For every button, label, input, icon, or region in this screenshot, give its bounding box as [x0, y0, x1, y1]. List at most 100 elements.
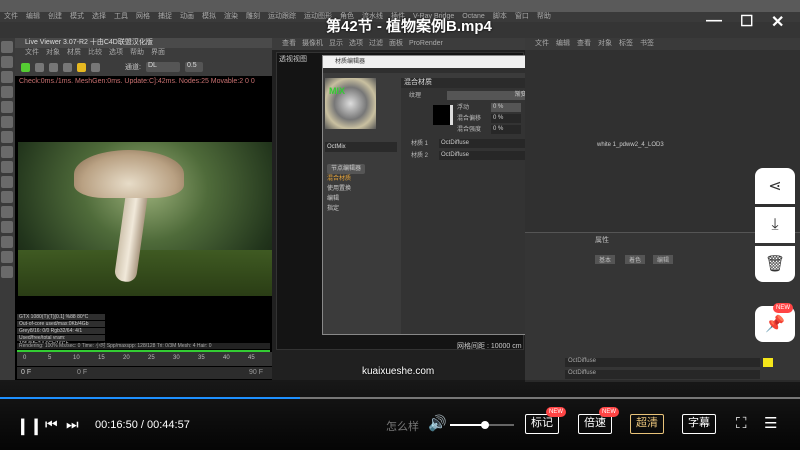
- left-toolbar: [0, 38, 15, 380]
- menu-item[interactable]: 渲染: [224, 12, 238, 22]
- stat: Grey8/16: 0/0 Rgb32/64: 4/1: [17, 328, 105, 334]
- material2-label: 材质 2: [411, 153, 429, 159]
- pause-icon[interactable]: [49, 62, 58, 72]
- channel-mix[interactable]: 混合材质: [327, 174, 365, 184]
- refresh-icon[interactable]: [35, 62, 44, 72]
- minimize-window-icon[interactable]: —: [706, 12, 722, 30]
- sphere-icon[interactable]: [91, 62, 100, 72]
- menu-item[interactable]: 查看: [282, 38, 296, 50]
- menu-item[interactable]: 比较: [88, 48, 102, 58]
- menu-item[interactable]: 显示: [329, 38, 343, 50]
- texture-label: 纹理: [409, 93, 422, 99]
- menu-item[interactable]: 网格: [136, 12, 150, 22]
- attr-mat1[interactable]: OctDiffuse: [565, 358, 760, 367]
- menu-item[interactable]: 编辑: [26, 12, 40, 22]
- menu-item[interactable]: 模拟: [202, 12, 216, 22]
- total-time: 00:44:57: [147, 419, 190, 431]
- watermark: kuaixueshe.com: [362, 366, 435, 377]
- menu-item[interactable]: 文件: [4, 12, 18, 22]
- speed-button[interactable]: 倍速 NEW: [578, 407, 619, 434]
- fade-field[interactable]: 0 %: [491, 125, 521, 134]
- next-button[interactable]: ⏭: [66, 416, 79, 433]
- value-field[interactable]: 0.5: [184, 62, 203, 72]
- close-window-icon[interactable]: ✕: [771, 12, 784, 32]
- menu-item[interactable]: 摄像机: [302, 38, 323, 50]
- timeline-tick: 35: [198, 355, 205, 361]
- render-status: Check:0ms./1ms. MeshGen:0ms. Update:C]:4…: [19, 78, 255, 85]
- menu-item[interactable]: 选项: [109, 48, 123, 58]
- c4d-titlebar: [0, 0, 800, 12]
- menu-item[interactable]: 选项: [349, 38, 363, 50]
- channel-displacement[interactable]: 使用置换: [327, 184, 365, 194]
- menu-item[interactable]: 脚本: [493, 12, 507, 22]
- menu-item[interactable]: 文件: [535, 38, 549, 50]
- menu-item[interactable]: 对象: [46, 48, 60, 58]
- mark-button[interactable]: 标记 NEW: [525, 407, 566, 434]
- channel-select[interactable]: DL: [145, 62, 180, 72]
- menu-item[interactable]: 帮助: [130, 48, 144, 58]
- quality-button[interactable]: 超清: [630, 414, 664, 434]
- menu-item[interactable]: 创建: [48, 12, 62, 22]
- menu-item[interactable]: 标签: [619, 38, 633, 50]
- channel-assign[interactable]: 指定: [327, 204, 365, 214]
- maximize-window-icon[interactable]: ☐: [740, 12, 753, 30]
- end-frame[interactable]: 90 F: [249, 369, 263, 376]
- progress-fill: [0, 397, 300, 399]
- menu-item[interactable]: 选择: [92, 12, 106, 22]
- render-icon[interactable]: [21, 62, 30, 72]
- menu-item[interactable]: 窗口: [515, 12, 529, 22]
- menu-item[interactable]: 捕捉: [158, 12, 172, 22]
- share-icon: ⋖: [768, 178, 782, 195]
- download-button[interactable]: ⤓: [755, 207, 795, 243]
- subtitle-button[interactable]: 字幕: [682, 414, 716, 434]
- menu-item[interactable]: 材质: [67, 48, 81, 58]
- volume-fill: [450, 424, 486, 426]
- menu-item[interactable]: 动画: [180, 12, 194, 22]
- pause-button[interactable]: ❙❙: [16, 416, 43, 436]
- menu-item[interactable]: 界面: [151, 48, 165, 58]
- material-name-field[interactable]: OctMix: [325, 142, 397, 152]
- attr-tab[interactable]: 编辑: [653, 255, 674, 264]
- frame-range[interactable]: 0 F 0 F 90 F: [17, 367, 272, 379]
- node-editor-button[interactable]: 节点编辑器: [327, 164, 366, 174]
- volume-slider[interactable]: [450, 421, 514, 429]
- menu-item[interactable]: 模式: [70, 12, 84, 22]
- subtitle-label: 字幕: [688, 417, 710, 429]
- fullscreen-icon[interactable]: ⛶: [736, 415, 747, 432]
- stat: Out-of-core used/max:0Kb/4Gb: [17, 321, 105, 327]
- previous-button[interactable]: ⏮: [45, 416, 58, 433]
- menu-item[interactable]: 帮助: [537, 12, 551, 22]
- speed-label: 倍速: [584, 417, 606, 429]
- menu-item[interactable]: 书签: [640, 38, 654, 50]
- share-button[interactable]: ⋖: [755, 168, 795, 204]
- menu-item[interactable]: ProRender: [409, 38, 443, 50]
- menu-item[interactable]: 运动跟踪: [268, 12, 296, 22]
- float-field[interactable]: 0 %: [491, 103, 521, 112]
- menu-item[interactable]: 面板: [389, 38, 403, 50]
- channel-edit[interactable]: 编辑: [327, 194, 365, 204]
- attr-mat2[interactable]: OctDiffuse: [565, 370, 760, 379]
- menu-item[interactable]: 雕刻: [246, 12, 260, 22]
- settings-icon[interactable]: [63, 62, 72, 72]
- start-frame[interactable]: 0 F: [21, 369, 31, 376]
- pin-button[interactable]: 📌 NEW: [755, 303, 795, 342]
- blend-field[interactable]: 0 %: [491, 114, 521, 123]
- new-badge: NEW: [773, 303, 793, 313]
- delete-button[interactable]: 🗑: [755, 246, 795, 282]
- menu-item[interactable]: 对象: [598, 38, 612, 50]
- attr-tab[interactable]: 基本: [595, 255, 616, 264]
- quality-label: 超清: [636, 417, 658, 429]
- new-badge: NEW: [546, 407, 566, 417]
- menu-item[interactable]: 查看: [577, 38, 591, 50]
- playlist-icon[interactable]: ☰: [764, 414, 777, 432]
- timeline[interactable]: 0510152025303540455: [17, 352, 276, 366]
- menu-item[interactable]: 过滤: [369, 38, 383, 50]
- object-row[interactable]: white 1_pdww2_4_LOD3: [597, 142, 664, 148]
- menu-item[interactable]: 工具: [114, 12, 128, 22]
- volume-icon[interactable]: 🔊: [428, 414, 447, 432]
- lock-icon[interactable]: [77, 62, 86, 72]
- menu-item[interactable]: 编辑: [556, 38, 570, 50]
- menu-item[interactable]: 文件: [25, 48, 39, 58]
- mushroom-cap: [74, 150, 184, 198]
- attr-tab[interactable]: 着色: [625, 255, 646, 264]
